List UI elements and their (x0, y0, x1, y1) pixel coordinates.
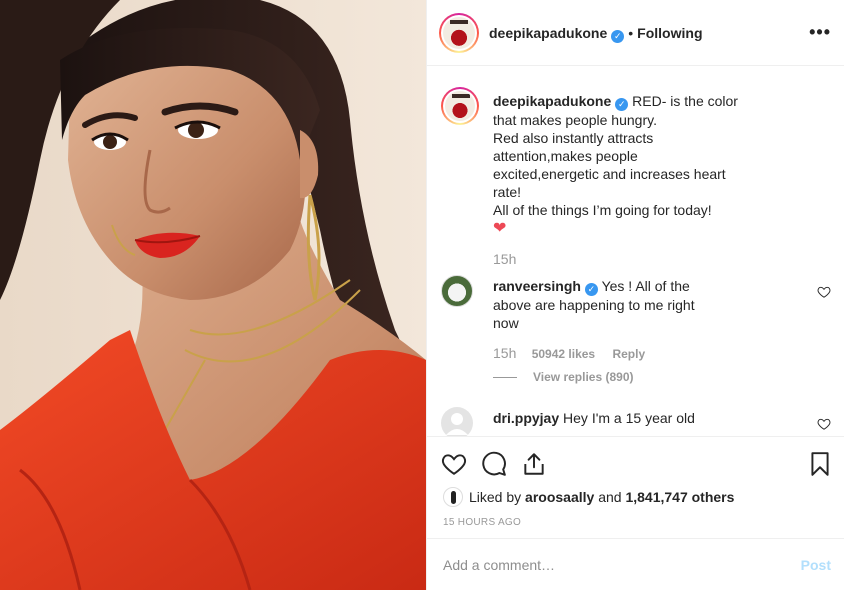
likes-prefix: Liked by (469, 489, 522, 505)
author-avatar[interactable] (439, 13, 479, 53)
comment-like-heart-icon[interactable] (817, 417, 831, 431)
caption-username[interactable]: deepikapadukone (493, 93, 611, 109)
post-timestamp[interactable]: 15 HOURS AGO (443, 517, 521, 528)
caption-line: that makes people hungry. (493, 112, 657, 128)
caption-line: excited,energetic and increases heart (493, 166, 726, 182)
comment-icon[interactable] (481, 451, 507, 477)
caption-line: RED- is the color (632, 93, 738, 109)
instagram-post: deepikapadukone ✓ • Following ••• deepikapa… (0, 0, 844, 590)
comment-likes-count[interactable]: 50942 likes (532, 347, 595, 361)
likes-count-button[interactable]: 1,841,747 others (625, 489, 734, 505)
liker-avatar[interactable] (443, 487, 463, 507)
view-replies-label: View replies (890) (533, 370, 634, 384)
header-username[interactable]: deepikapadukone (489, 25, 607, 41)
header-separator: • (628, 25, 634, 41)
following-button[interactable]: Following (637, 25, 702, 41)
caption-line: All of the things I’m going for today! (493, 202, 712, 218)
caption-line: Red also instantly attracts (493, 130, 654, 146)
comment-body: dri.ppyjay Hey I'm a 15 year old (493, 409, 733, 427)
caption-line: rate! (493, 184, 522, 200)
comment-like-heart-icon[interactable] (817, 285, 831, 299)
comment-reply-button[interactable]: Reply (612, 347, 645, 361)
comment-text-line: Hey I'm a 15 year old (563, 410, 695, 426)
comment-time[interactable]: 15h (493, 345, 516, 361)
comment-text-line: Yes ! All of the (601, 278, 690, 294)
header-user-block: deepikapadukone ✓ • Following (489, 25, 703, 43)
post-actions: Liked by aroosaally and 1,841,747 others… (427, 436, 844, 538)
likes-middle: and (598, 489, 622, 505)
commenter-avatar-placeholder[interactable] (441, 407, 473, 436)
post-photo[interactable] (0, 0, 426, 590)
bookmark-icon[interactable] (807, 451, 833, 477)
comment-meta: 15h 50942 likes Reply (493, 345, 645, 361)
verified-badge-icon: ✓ (611, 30, 625, 43)
caption-meta: 15h (493, 251, 516, 267)
view-replies-button[interactable]: View replies (890) (493, 370, 634, 384)
verified-badge-icon: ✓ (584, 283, 598, 296)
liker-username[interactable]: aroosaally (525, 489, 594, 505)
like-heart-icon[interactable] (441, 451, 467, 477)
view-replies-divider (493, 376, 517, 378)
post-comment-button[interactable]: Post (801, 557, 831, 573)
more-options-icon[interactable]: ••• (809, 22, 831, 43)
caption-body: deepikapadukone ✓ RED- is the color that … (493, 92, 783, 238)
comment-username[interactable]: ranveersingh (493, 278, 581, 294)
likes-summary: Liked by aroosaally and 1,841,747 others (443, 487, 734, 507)
post-header: deepikapadukone ✓ • Following ••• (427, 0, 844, 66)
add-comment-bar: Post (427, 538, 844, 590)
default-user-icon (446, 413, 468, 435)
portrait-illustration (0, 0, 426, 590)
comment-text-line: above are happening to me right (493, 297, 695, 313)
add-comment-input[interactable] (443, 556, 801, 573)
post-side-panel: deepikapadukone ✓ • Following ••• deepikapa… (426, 0, 844, 590)
comment-body: ranveersingh ✓ Yes ! All of the above are… (493, 277, 733, 332)
comment-username[interactable]: dri.ppyjay (493, 410, 559, 426)
red-heart-emoji: ❤ (493, 220, 507, 237)
commenter-avatar[interactable] (441, 275, 473, 307)
caption-time[interactable]: 15h (493, 251, 516, 267)
share-icon[interactable] (521, 451, 547, 477)
comments-list[interactable]: deepikapadukone ✓ RED- is the color that … (427, 67, 844, 436)
caption-line: attention,makes people (493, 148, 638, 164)
comment-text-line: now (493, 315, 519, 331)
caption-avatar[interactable] (441, 87, 479, 125)
verified-badge-icon: ✓ (615, 98, 629, 111)
